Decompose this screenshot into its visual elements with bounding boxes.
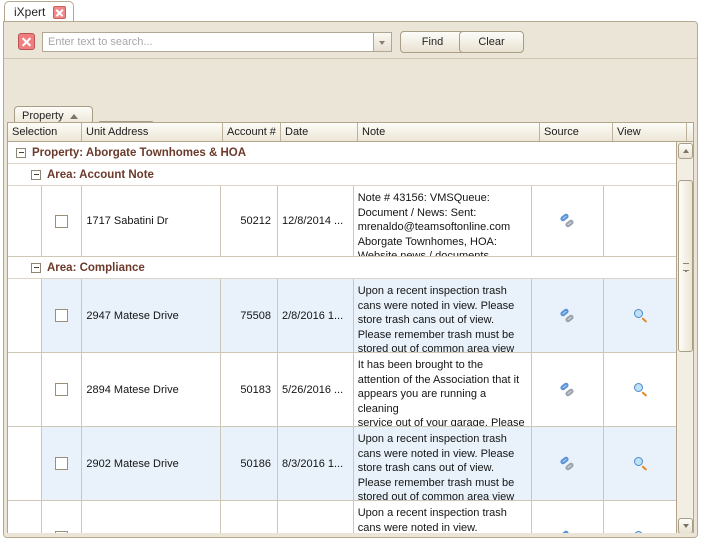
group-row-area-label: Area: Compliance [47,261,145,274]
row-indent [8,427,42,500]
cell-source[interactable] [532,501,605,534]
cell-note: Upon a recent inspection trash cans were… [354,279,533,352]
cell-view[interactable] [604,427,677,500]
group-chip-property-label: Property [22,110,64,122]
row-selection-cell[interactable] [42,353,83,426]
cell-note: Upon a recent inspection trash cans were… [354,501,533,534]
cell-account: 75508 [221,279,278,352]
row-checkbox[interactable] [55,309,69,322]
magnifier-icon[interactable] [633,456,649,472]
notes-grid: Selection Unit Address Account # Date No… [7,122,694,535]
search-input[interactable] [43,33,373,51]
ixpert-window: iXpert Find Clear Property Area [0,0,701,541]
table-row[interactable]: 2902 Matese Drive 50186 8/3/2016 1... Up… [8,501,677,534]
column-header-unit-address[interactable]: Unit Address [82,123,223,141]
scroll-thumb[interactable] [678,180,693,352]
column-header-note[interactable]: Note [358,123,540,141]
panel-bottom-strip [4,533,697,537]
tab-label: iXpert [14,5,46,19]
table-row[interactable]: 1717 Sabatini Dr 50212 12/8/2014 ... Not… [8,186,677,257]
column-header-account[interactable]: Account # [223,123,281,141]
group-row-property-label: Property: Aborgate Townhomes & HOA [32,146,247,159]
row-selection-cell[interactable] [42,427,83,500]
cell-date: 8/3/2016 1... [278,427,354,500]
cell-note: Note # 43156: VMSQueue: Document / News:… [354,186,533,256]
column-header-selection[interactable]: Selection [8,123,82,141]
row-indent [8,353,42,426]
table-row[interactable]: 2902 Matese Drive 50186 8/3/2016 1... Up… [8,427,677,501]
cell-source[interactable] [532,427,605,500]
link-icon[interactable] [559,307,576,324]
cell-source[interactable] [532,279,605,352]
cell-date: 8/3/2016 1... [278,501,354,534]
group-row-area-account-note[interactable]: Area: Account Note [8,164,677,186]
collapse-icon[interactable] [16,147,26,158]
scroll-up-icon[interactable] [678,143,693,159]
tab-strip: iXpert [0,0,701,22]
row-indent [8,501,42,534]
row-selection-cell[interactable] [42,501,83,534]
sort-ascending-icon[interactable] [69,113,78,119]
magnifier-icon[interactable] [633,308,649,324]
cell-source[interactable] [532,353,605,426]
link-icon[interactable] [559,381,576,398]
cell-view [604,186,677,256]
cell-source[interactable] [532,186,605,256]
cell-view[interactable] [604,501,677,534]
cell-date: 12/8/2014 ... [278,186,354,256]
cell-account: 50186 [221,427,278,500]
search-toolbar: Find Clear [4,22,697,58]
cell-unit-address: 1717 Sabatini Dr [82,186,221,256]
cell-account: 50186 [221,501,278,534]
group-row-property[interactable]: Property: Aborgate Townhomes & HOA [8,142,677,164]
cell-account: 50212 [221,186,278,256]
group-row-area-compliance[interactable]: Area: Compliance [8,257,677,279]
collapse-icon[interactable] [31,169,41,180]
cell-view[interactable] [604,279,677,352]
row-checkbox[interactable] [55,214,69,228]
clear-button[interactable]: Clear [459,31,524,53]
cell-unit-address: 2894 Matese Drive [82,353,221,426]
row-selection-cell[interactable] [42,279,83,352]
cell-view[interactable] [604,353,677,426]
row-selection-cell[interactable] [42,186,83,256]
column-header-source[interactable]: Source [540,123,613,141]
row-indent [8,186,42,256]
row-indent [8,279,42,352]
chevron-down-icon[interactable] [373,33,391,51]
column-header-filler [687,123,693,141]
close-icon[interactable] [53,5,67,19]
cell-account: 50183 [221,353,278,426]
clear-x-icon[interactable] [18,33,35,50]
table-row[interactable]: 2894 Matese Drive 50183 5/26/2016 ... It… [8,353,677,427]
grid-header-row: Selection Unit Address Account # Date No… [8,123,693,142]
main-panel: Find Clear Property Area Selection Unit … [3,21,698,538]
cell-note: It has been brought to the attention of … [354,353,533,426]
group-row-area-label: Area: Account Note [47,168,154,181]
scroll-down-icon[interactable] [678,518,693,534]
grid-vertical-scrollbar[interactable] [676,142,693,534]
cell-date: 2/8/2016 1... [278,279,354,352]
cell-note: Upon a recent inspection trash cans were… [354,427,533,500]
tab-ixpert[interactable]: iXpert [4,1,75,22]
column-header-view[interactable]: View [613,123,687,141]
cell-unit-address: 2902 Matese Drive [82,427,221,500]
column-header-date[interactable]: Date [281,123,358,141]
search-combobox[interactable] [42,32,392,52]
cell-date: 5/26/2016 ... [278,353,354,426]
magnifier-icon[interactable] [633,382,649,398]
link-icon[interactable] [559,455,576,472]
find-button[interactable]: Find [400,31,465,53]
row-checkbox[interactable] [55,383,69,396]
collapse-icon[interactable] [31,262,41,273]
row-checkbox[interactable] [55,457,69,470]
cell-unit-address: 2947 Matese Drive [82,279,221,352]
cell-unit-address: 2902 Matese Drive [82,501,221,534]
link-icon[interactable] [559,212,576,229]
grid-body: Property: Aborgate Townhomes & HOA Area:… [8,142,677,534]
table-row[interactable]: 2947 Matese Drive 75508 2/8/2016 1... Up… [8,279,677,353]
